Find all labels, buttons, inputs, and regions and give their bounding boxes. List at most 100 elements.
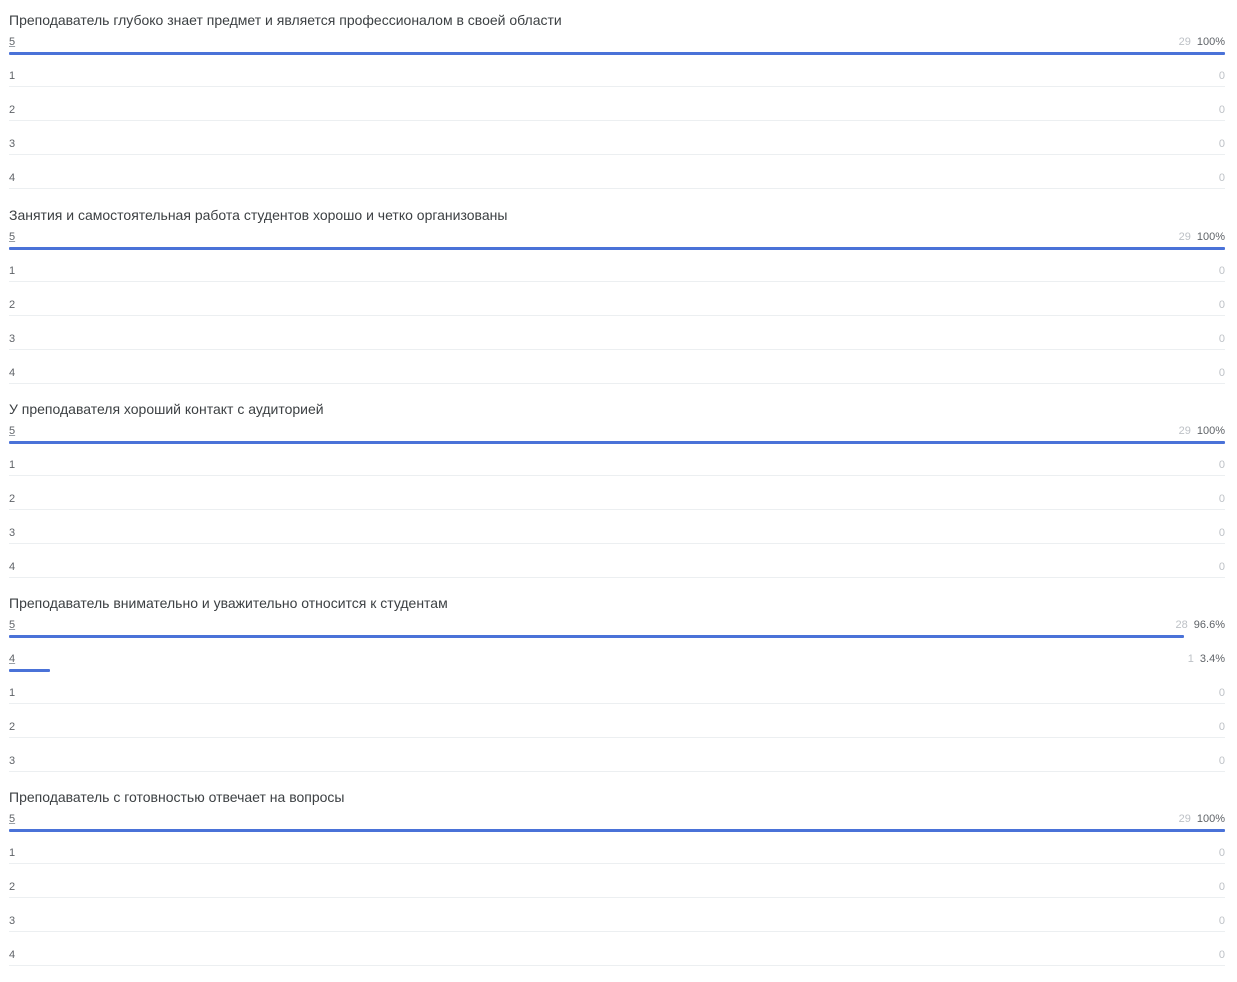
row-divider: [9, 737, 1225, 738]
answer-count: 0: [1218, 104, 1225, 116]
answer-percent: 96.6%: [1193, 619, 1225, 631]
row-divider: [9, 863, 1225, 864]
answer-row: 20: [0, 492, 1237, 526]
answer-label: 2: [9, 721, 16, 733]
answer-percent: 3.4%: [1199, 653, 1225, 665]
answer-count: 29: [1178, 425, 1191, 437]
answer-row: 10: [0, 69, 1237, 103]
answer-label: 1: [9, 847, 16, 859]
answer-row: 30: [0, 137, 1237, 171]
answer-row: 20: [0, 720, 1237, 754]
row-divider: [9, 703, 1225, 704]
answer-count: 0: [1218, 172, 1225, 184]
answer-label: 1: [9, 459, 16, 471]
answer-label: 5: [9, 813, 16, 825]
answer-count: 0: [1218, 299, 1225, 311]
answer-label: 1: [9, 687, 16, 699]
answer-stats: 0: [1219, 915, 1225, 928]
answer-stats: 0: [1219, 333, 1225, 346]
answer-label: 4: [9, 172, 16, 184]
answer-label: 4: [9, 367, 16, 379]
answer-label: 4: [9, 561, 16, 573]
answer-percent: 100%: [1196, 425, 1225, 437]
answer-count: 0: [1218, 527, 1225, 539]
row-divider: [9, 931, 1225, 932]
answer-row: 20: [0, 880, 1237, 914]
answer-row: 40: [0, 366, 1237, 400]
question-title: Преподаватель с готовностью отвечает на …: [9, 789, 345, 805]
answer-label: 5: [9, 231, 16, 243]
answer-count: 0: [1218, 333, 1225, 345]
question-block: Преподаватель глубоко знает предмет и яв…: [0, 12, 1237, 205]
answer-label: 5: [9, 36, 16, 48]
answer-stats: 0: [1219, 459, 1225, 472]
question-block: Преподаватель с готовностью отвечает на …: [0, 789, 1237, 982]
question-block: Занятия и самостоятельная работа студент…: [0, 207, 1237, 400]
answer-bar: [9, 52, 1225, 55]
answer-stats: 0: [1219, 561, 1225, 574]
answer-label: 1: [9, 265, 16, 277]
answer-stats: 0: [1219, 493, 1225, 506]
answer-label: 4: [9, 949, 16, 961]
question-title: Преподаватель глубоко знает предмет и яв…: [9, 12, 562, 28]
answer-count: 29: [1178, 36, 1191, 48]
row-divider: [9, 86, 1225, 87]
answer-row: 30: [0, 914, 1237, 948]
answer-stats: 0: [1219, 881, 1225, 894]
answer-stats: 0: [1219, 527, 1225, 540]
row-divider: [9, 475, 1225, 476]
question-block: У преподавателя хороший контакт с аудито…: [0, 401, 1237, 594]
answer-row: 5 29 100%: [0, 35, 1237, 69]
question-title: У преподавателя хороший контакт с аудито…: [9, 401, 324, 417]
row-divider: [9, 188, 1225, 189]
answer-count: 0: [1218, 265, 1225, 277]
answer-stats: 29 100%: [1179, 231, 1225, 244]
answer-row: 10: [0, 264, 1237, 298]
answer-stats: 0: [1219, 721, 1225, 734]
answer-stats: 0: [1219, 104, 1225, 117]
answer-row: 30: [0, 526, 1237, 560]
answer-bar-track: [9, 669, 1225, 672]
row-divider: [9, 771, 1225, 772]
answer-label: 3: [9, 333, 16, 345]
answer-count: 0: [1218, 915, 1225, 927]
answer-count: 29: [1178, 231, 1191, 243]
answer-row: 40: [0, 560, 1237, 594]
answer-label: 2: [9, 299, 16, 311]
answer-stats: 0: [1219, 70, 1225, 83]
answer-count: 0: [1218, 138, 1225, 150]
row-divider: [9, 965, 1225, 966]
answer-stats: 0: [1219, 299, 1225, 312]
answer-stats: 0: [1219, 949, 1225, 962]
answer-label: 1: [9, 70, 16, 82]
answer-stats: 0: [1219, 138, 1225, 151]
answer-bar: [9, 829, 1225, 832]
answer-count: 0: [1218, 459, 1225, 471]
answer-count: 0: [1218, 561, 1225, 573]
answer-row: 4 1 3.4%: [0, 652, 1237, 686]
answer-bar-track: [9, 829, 1225, 832]
answer-row: 5 28 96.6%: [0, 618, 1237, 652]
answer-label: 2: [9, 881, 16, 893]
answer-label: 2: [9, 104, 16, 116]
answer-count: 1: [1187, 653, 1194, 665]
answer-row: 40: [0, 948, 1237, 982]
answer-bar: [9, 247, 1225, 250]
row-divider: [9, 897, 1225, 898]
answer-bar: [9, 441, 1225, 444]
answer-bar: [9, 635, 1184, 638]
answer-label: 3: [9, 915, 16, 927]
answer-row: 10: [0, 686, 1237, 720]
answer-count: 0: [1218, 721, 1225, 733]
answer-row: 10: [0, 458, 1237, 492]
answer-row: 30: [0, 754, 1237, 788]
row-divider: [9, 281, 1225, 282]
survey-results: Преподаватель глубоко знает предмет и яв…: [0, 0, 1237, 966]
answer-stats: 0: [1219, 847, 1225, 860]
answer-count: 0: [1218, 367, 1225, 379]
answer-bar-track: [9, 247, 1225, 250]
answer-bar-track: [9, 441, 1225, 444]
answer-percent: 100%: [1196, 813, 1225, 825]
answer-count: 0: [1218, 70, 1225, 82]
answer-count: 0: [1218, 847, 1225, 859]
